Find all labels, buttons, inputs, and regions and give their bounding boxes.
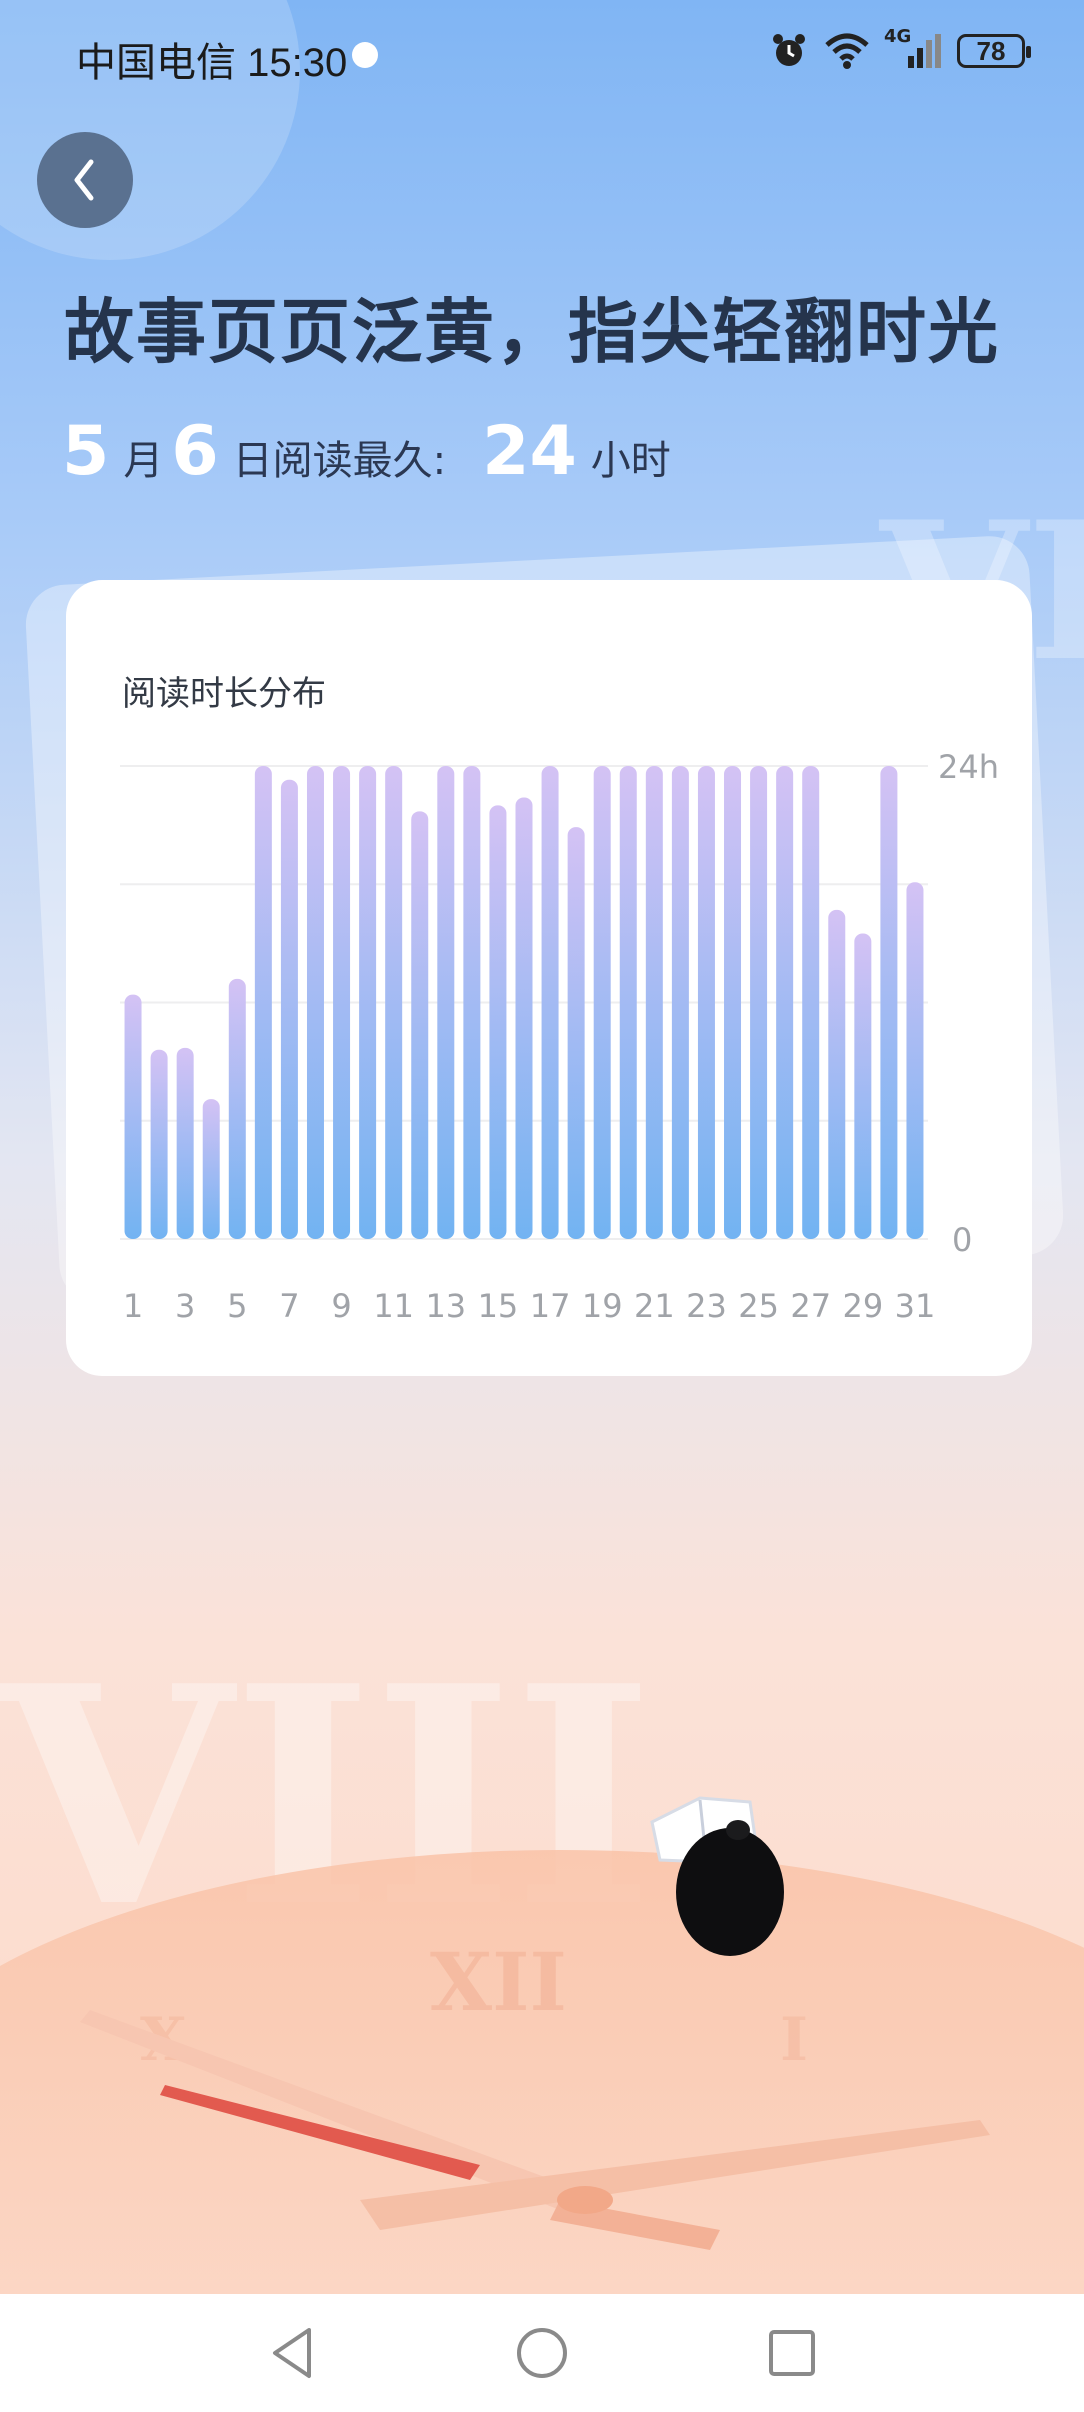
status-icons: 4G 78 [770,28,1031,70]
x-tick-label: 23 [686,1287,727,1325]
x-tick-label: 25 [738,1287,779,1325]
bar-day-10[interactable] [359,766,377,1239]
y-tick-label: 24h [938,748,999,786]
x-tick-label: 7 [279,1287,299,1325]
notification-dot-icon [352,42,378,68]
bar-day-28[interactable] [828,909,846,1239]
x-tick-label: 21 [634,1287,675,1325]
nav-recents-button[interactable] [762,2323,822,2383]
reading-duration-chart: 24h01 3 5 7 9 11 13 15 17 19 21 23 25 27 29 31 [120,748,999,1325]
alarm-icon [773,34,805,66]
svg-text:XII: XII [430,1935,567,2029]
clock-illustration: XII X I [0,1850,1084,2300]
x-tick-label: 19 [582,1287,623,1325]
bar-day-8[interactable] [306,766,324,1239]
bar-day-16[interactable] [515,797,533,1239]
cellular-signal-icon: 4G [884,28,941,68]
bar-day-20[interactable] [619,766,637,1239]
bar-day-17[interactable] [541,766,559,1239]
x-tick-label: 5 [227,1287,247,1325]
carrier-time: 中国电信 15:30 [76,41,348,85]
nav-home-button[interactable] [512,2323,572,2383]
bar-day-15[interactable] [489,805,507,1239]
x-tick-label: 13 [425,1287,466,1325]
bar-day-24[interactable] [724,766,742,1239]
bar-day-27[interactable] [802,766,820,1239]
battery-icon: 78 [957,34,1031,68]
reading-summary: 5 月 6 日阅读最久: 24 小时 [62,418,679,486]
x-tick-label: 31 [895,1287,936,1325]
summary-month: 5 [62,412,110,491]
bar-day-9[interactable] [333,766,351,1239]
battery-level: 78 [976,35,1006,66]
home-circle-icon [517,2328,567,2378]
bar-day-23[interactable] [697,766,715,1239]
bar-day-31[interactable] [906,882,924,1239]
bar-day-5[interactable] [228,978,246,1239]
network-type: 4G [884,26,912,47]
x-tick-label: 3 [175,1287,195,1325]
bar-day-21[interactable] [645,766,663,1239]
recents-square-icon [769,2330,815,2376]
screen: VI VIII XII X I 中国电信 15:30 [0,0,1084,2412]
x-tick-label: 11 [373,1287,414,1325]
system-nav-bar [0,2294,1084,2412]
bar-day-29[interactable] [854,933,872,1239]
status-bar: 中国电信 15:30 4G 78 [0,0,1084,110]
x-tick-label: 15 [478,1287,519,1325]
chevron-left-icon [74,159,94,201]
svg-text:I: I [780,2005,808,2075]
x-tick-label: 29 [842,1287,883,1325]
summary-month-unit: 月 [123,438,164,484]
summary-hours-unit: 小时 [590,438,671,484]
nav-back-button[interactable] [262,2323,322,2383]
bar-day-12[interactable] [411,811,429,1239]
x-tick-label: 9 [331,1287,351,1325]
bar-day-22[interactable] [671,766,689,1239]
bar-day-19[interactable] [593,766,611,1239]
bar-day-13[interactable] [437,766,455,1239]
x-tick-label: 27 [790,1287,831,1325]
bar-day-2[interactable] [150,1049,168,1239]
x-tick-label: 17 [530,1287,571,1325]
back-button[interactable] [37,132,133,228]
reading-duration-card: 阅读时长分布 24h 0 1 3 5 7 9 11 13 15 17 19 21 23 25 27 29 31 [66,580,1032,1376]
bar-day-11[interactable] [385,766,403,1239]
y-tick-label: 0 [952,1221,972,1259]
bar-day-6[interactable] [254,766,272,1239]
bar-day-14[interactable] [463,766,481,1239]
summary-day-suffix: 日阅读最久: [232,438,447,484]
wifi-icon [825,33,869,69]
bar-day-1[interactable] [124,994,142,1239]
bar-day-30[interactable] [880,766,898,1239]
bar-day-4[interactable] [202,1099,220,1239]
bar-day-7[interactable] [280,779,298,1239]
x-tick-label: 1 [123,1287,143,1325]
summary-day: 6 [171,412,219,491]
bar-day-3[interactable] [176,1047,194,1239]
summary-hours: 24 [482,412,577,491]
bar-day-18[interactable] [567,827,585,1239]
penguin-reading-illustration [650,1796,784,1956]
back-triangle-icon [273,2328,311,2378]
bar-day-26[interactable] [776,766,794,1239]
bar-day-25[interactable] [750,766,768,1239]
page-headline: 故事页页泛黄，指尖轻翻时光 [64,290,1000,373]
